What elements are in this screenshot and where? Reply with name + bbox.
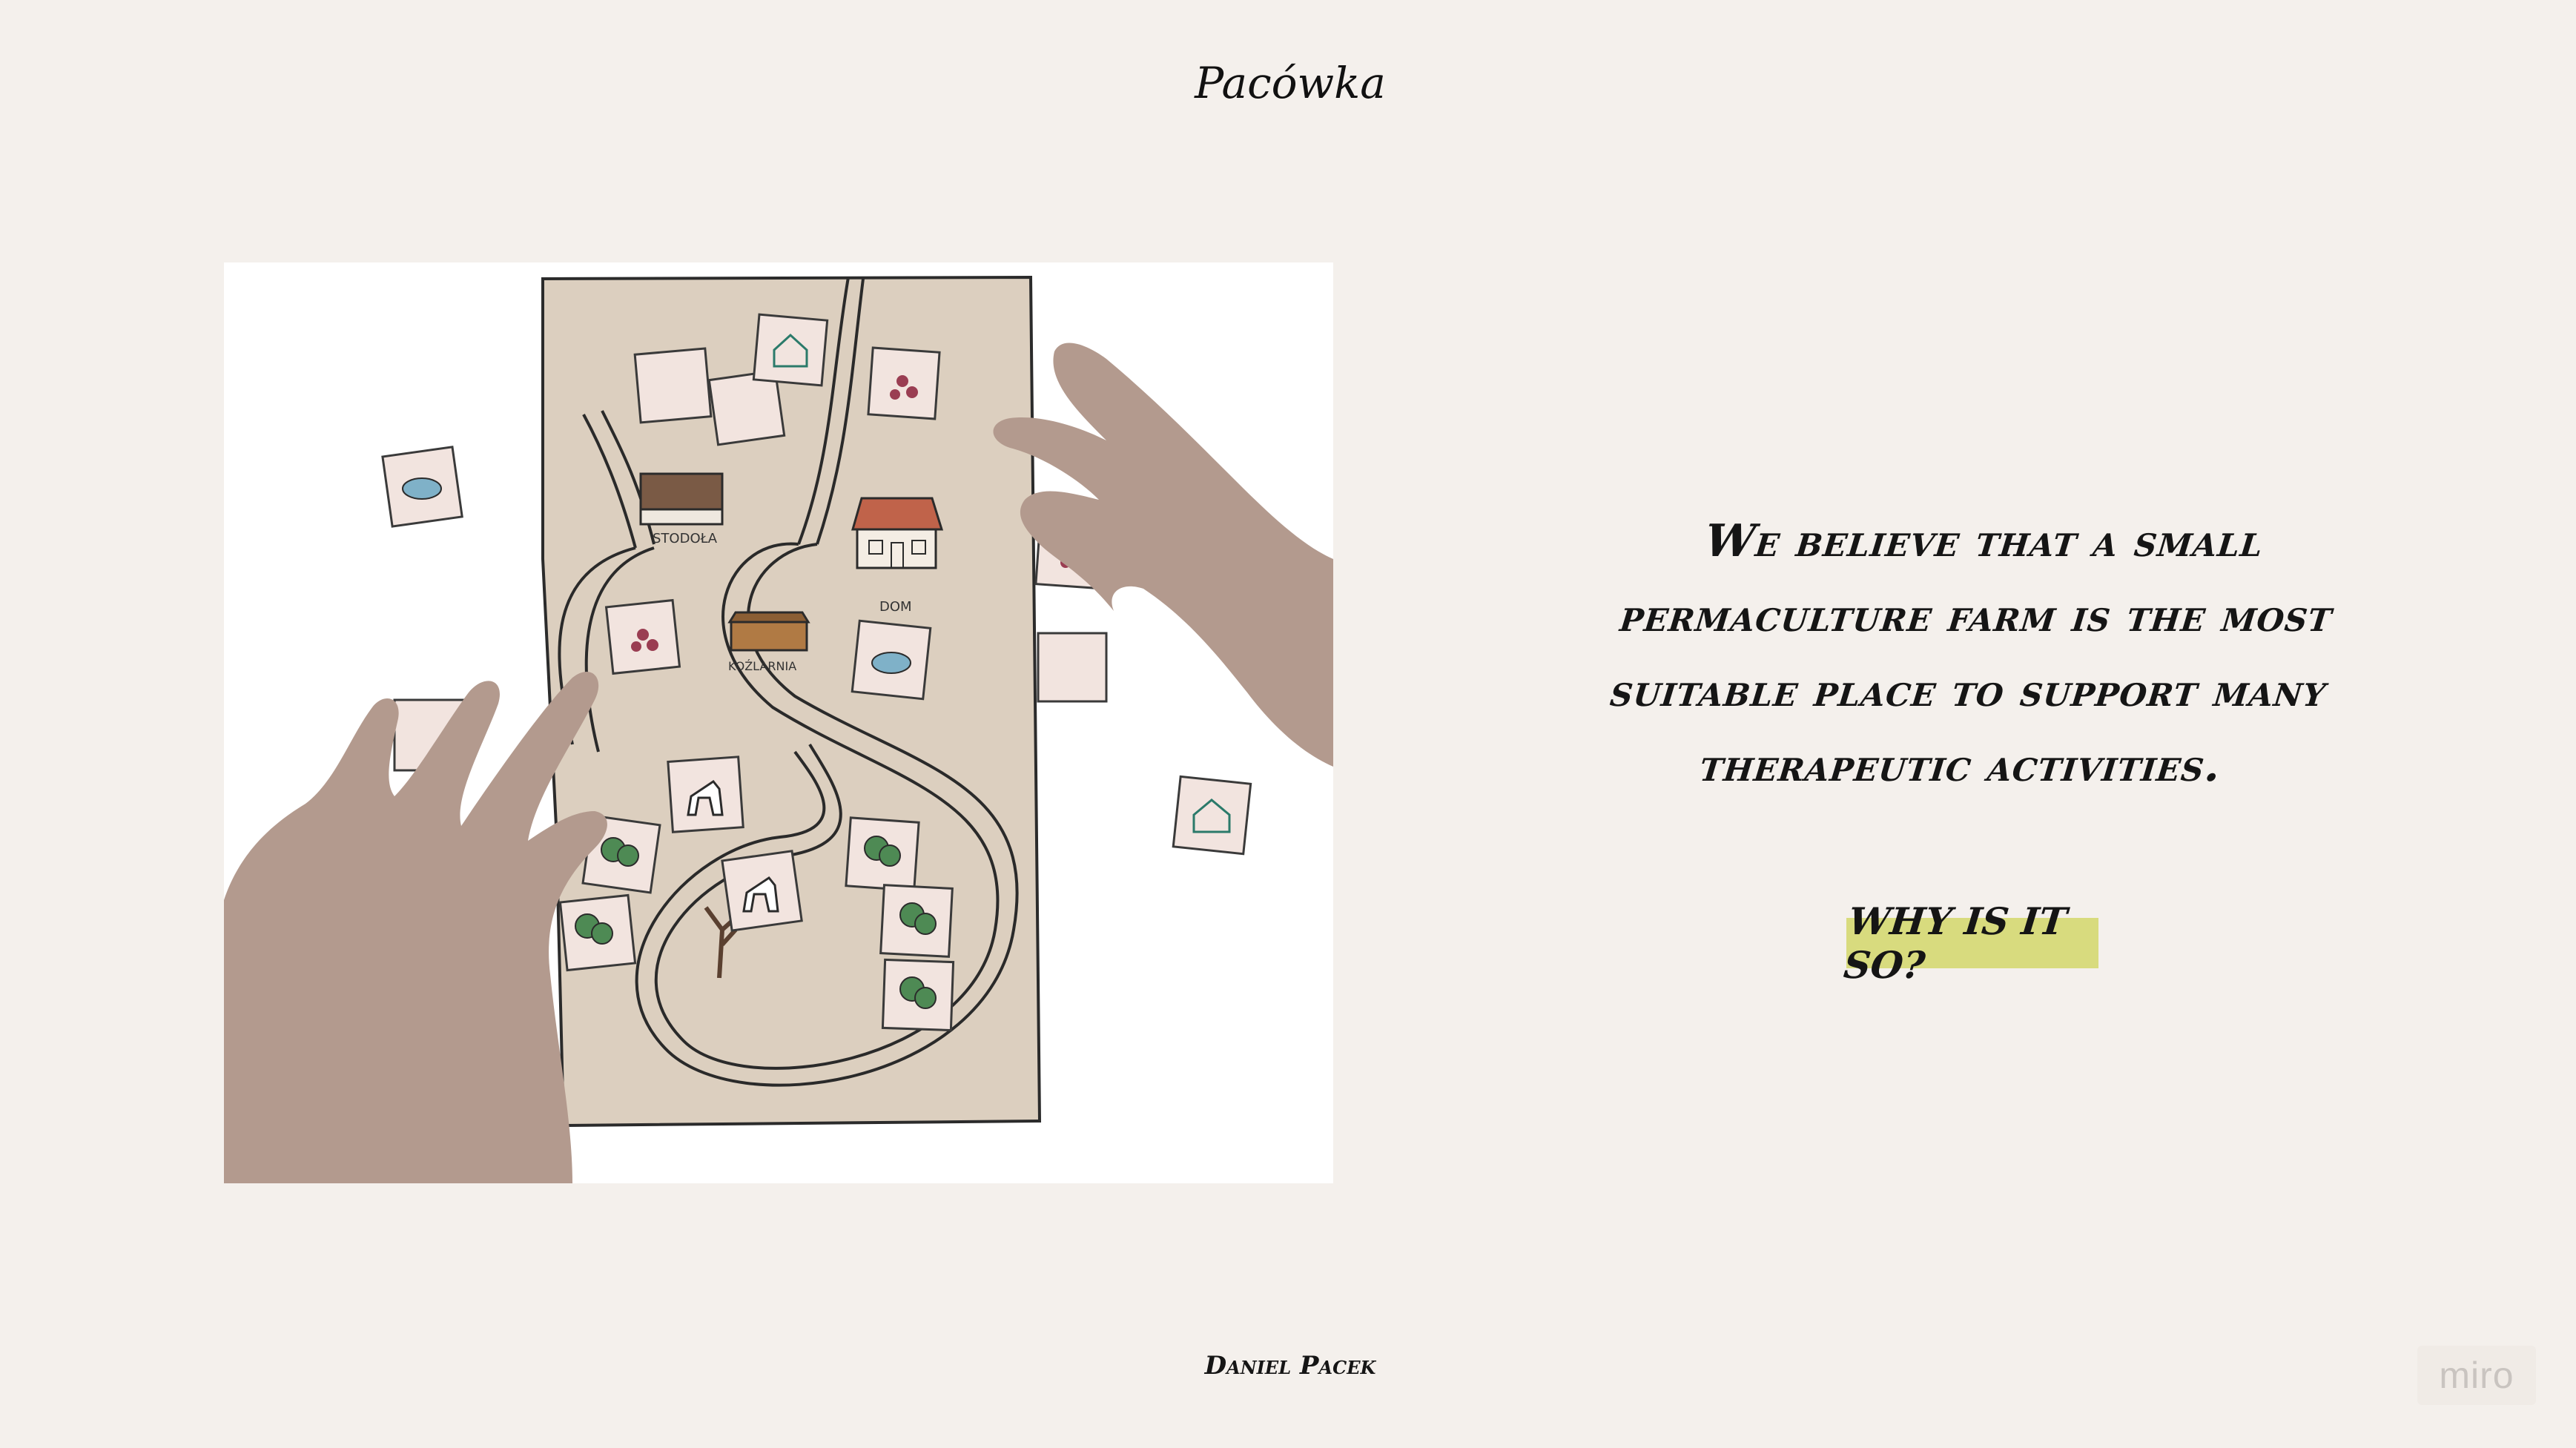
- statement-line-2: permaculture farm is the most: [1617, 590, 2336, 642]
- goat-house-icon: [727, 611, 810, 652]
- logo-text: Pacówka: [1194, 58, 1386, 108]
- farm-map-illustration: STODOŁA DOM KOŹLARNIA: [224, 262, 1333, 1183]
- map-label-dom: DOM: [879, 599, 912, 615]
- miro-badge[interactable]: miro: [2417, 1346, 2536, 1405]
- map-label-stodola: STODOŁA: [653, 531, 718, 546]
- mission-statement: We believe that a small permaculture far…: [1512, 504, 2433, 804]
- author-name: Daniel Pacek: [1204, 1351, 1376, 1381]
- farm-map-svg: STODOŁA DOM KOŹLARNIA: [224, 275, 1333, 1183]
- tile-greenhouse: [752, 313, 829, 387]
- logo: Pacówka: [1179, 44, 1401, 126]
- statement-line-3: suitable place to support many: [1608, 665, 2330, 717]
- tile-cart: [1037, 632, 1108, 703]
- why-highlight: WHY IS IT SO?: [1842, 899, 2098, 987]
- map-label-kozlarnia: KOŹLARNIA: [728, 659, 796, 673]
- house-icon: [851, 497, 944, 569]
- map-paper: [541, 275, 1042, 1128]
- tile-greenhouse-2: [1172, 775, 1252, 856]
- why-is-it-so-link[interactable]: WHY IS IT SO?: [1842, 899, 2103, 987]
- tile-chickens: [633, 347, 713, 424]
- statement-line-4: therapeutic activities.: [1697, 740, 2224, 792]
- barn-icon: [639, 472, 724, 526]
- statement-line-1: We believe that a small: [1702, 515, 2267, 567]
- miro-badge-label: miro: [2439, 1355, 2514, 1396]
